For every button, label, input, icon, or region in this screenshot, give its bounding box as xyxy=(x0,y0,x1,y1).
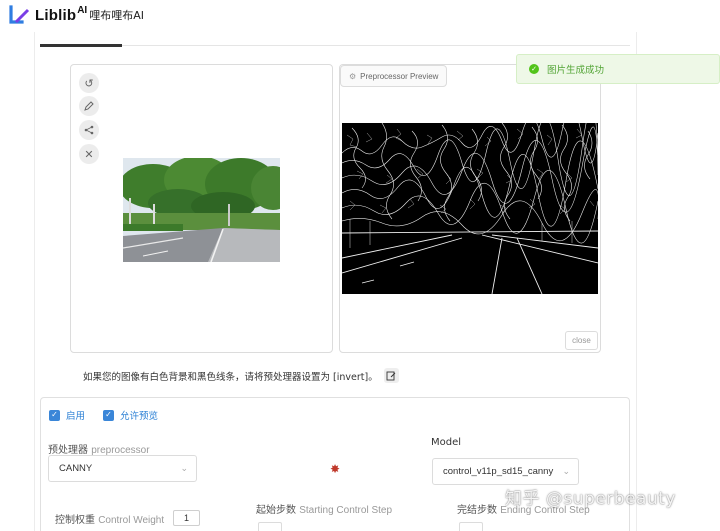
allow-preview-checkbox[interactable]: ✓ xyxy=(103,409,114,421)
invert-hint: 如果您的图像有白色背景和黑色线条，请将预处理器设置为 [invert]。 xyxy=(83,368,399,383)
toast-message: 图片生成成功 xyxy=(547,65,605,76)
preprocessor-select[interactable]: CANNY ⌄ xyxy=(48,455,197,482)
enable-label: 启用 xyxy=(66,411,86,422)
control-weight-label-en: Control Weight xyxy=(98,515,165,526)
zhihu-watermark: 知乎 @superbeauty xyxy=(505,489,676,509)
edit-note-icon[interactable] xyxy=(383,368,399,383)
logo-mark-icon xyxy=(9,5,31,25)
starting-step-label-en: Starting Control Step xyxy=(299,505,393,516)
chevron-down-icon: ⌄ xyxy=(562,466,570,476)
close-icon[interactable]: ✕ xyxy=(79,144,99,164)
preprocessor-value: CANNY xyxy=(59,463,93,474)
undo-icon[interactable]: ↺ xyxy=(79,73,99,93)
preprocessor-preview-panel: ⚙ Preprocessor Preview close xyxy=(339,64,601,353)
control-weight-label-cn: 控制权重 xyxy=(55,515,95,526)
check-circle-icon: ✓ xyxy=(529,64,539,74)
invert-hint-text: 如果您的图像有白色背景和黑色线条，请将预处理器设置为 [invert]。 xyxy=(83,371,378,383)
brand-chinese-name: 哩布哩布AI xyxy=(89,9,144,22)
brand-name: Liblib xyxy=(35,6,77,24)
model-value: control_v11p_sd15_canny xyxy=(443,466,554,477)
success-toast: ✓ 图片生成成功 xyxy=(516,54,720,84)
controlnet-settings-card: ✓ 启用 ✓ 允许预览 预处理器 preprocessor CANNY ⌄ ✸ … xyxy=(40,397,630,531)
run-preprocessor-icon[interactable]: ✸ xyxy=(328,462,342,476)
ending-step-input[interactable] xyxy=(459,522,483,531)
preprocessor-label: 预处理器 preprocessor xyxy=(48,441,150,456)
content-left-border xyxy=(34,32,35,531)
starting-step-input[interactable] xyxy=(258,522,282,531)
preview-tab-label: Preprocessor Preview xyxy=(360,71,439,81)
enable-checkbox[interactable]: ✓ xyxy=(49,409,60,421)
chevron-down-icon: ⌄ xyxy=(180,463,188,473)
gear-icon: ⚙ xyxy=(349,71,357,81)
starting-step-label: 起始步数 Starting Control Step xyxy=(256,501,392,516)
enable-checkbox-row[interactable]: ✓ 启用 xyxy=(49,408,85,422)
uploaded-road-photo xyxy=(123,158,280,262)
content-right-border xyxy=(636,32,637,531)
tab-bar-divider xyxy=(40,45,630,46)
active-tab-indicator[interactable] xyxy=(40,44,122,47)
model-select[interactable]: control_v11p_sd15_canny ⌄ xyxy=(432,458,579,485)
logo[interactable]: Liblib AI 哩布哩布AI xyxy=(9,3,144,27)
allow-preview-checkbox-row[interactable]: ✓ 允许预览 xyxy=(103,408,158,422)
share-icon[interactable] xyxy=(79,120,99,140)
ending-step-label-cn: 完结步数 xyxy=(457,505,497,516)
control-weight-input[interactable]: 1 xyxy=(173,510,200,526)
input-image-panel[interactable]: ↺ ✕ xyxy=(70,64,333,353)
pen-icon[interactable] xyxy=(79,96,99,116)
canny-edge-preview-image xyxy=(342,123,598,294)
allow-preview-label: 允许预览 xyxy=(120,411,159,422)
starting-step-label-cn: 起始步数 xyxy=(256,505,296,516)
top-bar: Liblib AI 哩布哩布AI xyxy=(0,0,720,32)
control-weight-label: 控制权重 Control Weight xyxy=(55,511,164,526)
model-label: Model xyxy=(431,437,462,448)
brand-superscript: AI xyxy=(77,4,88,16)
preprocessor-preview-tab[interactable]: ⚙ Preprocessor Preview xyxy=(340,65,448,87)
close-preview-button[interactable]: close xyxy=(565,331,598,350)
